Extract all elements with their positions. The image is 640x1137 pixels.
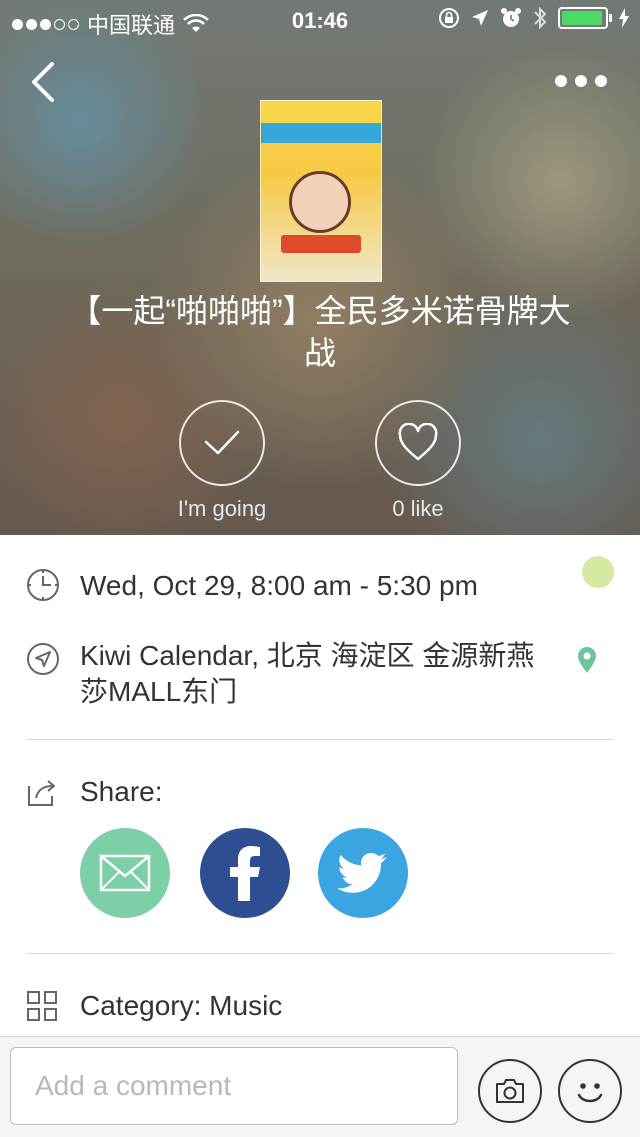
status-indicator-dot — [582, 556, 614, 588]
checkmark-icon — [179, 400, 265, 486]
event-title: 【一起“啪啪啪”】全民多米诺骨牌大战 — [69, 293, 571, 371]
heart-icon — [375, 400, 461, 486]
grid-icon — [27, 991, 57, 1021]
event-hero: 中国联通 01:46 【一起“啪啪啪”】全民多米诺骨牌大战 I'm going … — [0, 0, 640, 535]
status-bar: 中国联通 01:46 — [0, 0, 640, 40]
map-pin-icon[interactable] — [576, 646, 598, 674]
camera-icon — [496, 1079, 524, 1103]
divider — [26, 953, 614, 954]
like-button[interactable]: 0 like — [348, 400, 488, 522]
share-label: Share: — [80, 776, 163, 807]
bluetooth-icon — [534, 6, 547, 30]
share-twitter-button[interactable] — [318, 828, 408, 918]
battery-icon — [558, 7, 612, 29]
event-poster-image — [260, 100, 382, 282]
more-dot-icon — [575, 75, 587, 87]
comment-input[interactable] — [10, 1047, 458, 1125]
like-count-label: 0 like — [392, 496, 444, 521]
rotation-lock-icon — [439, 8, 459, 28]
back-button[interactable] — [26, 60, 66, 104]
share-facebook-button[interactable] — [200, 828, 290, 918]
camera-button[interactable] — [478, 1059, 542, 1123]
im-going-label: I'm going — [177, 496, 267, 521]
more-options-button[interactable] — [555, 70, 615, 92]
im-going-button[interactable]: I'm going — [152, 400, 292, 522]
charging-icon — [619, 8, 629, 28]
facebook-icon — [230, 846, 260, 901]
clock-icon — [27, 569, 59, 601]
divider — [26, 739, 614, 740]
location-arrow-icon — [472, 10, 488, 26]
event-category: Category: Music — [80, 990, 283, 1021]
event-datetime: Wed, Oct 29, 8:00 am - 5:30 pm — [80, 570, 478, 601]
alarm-icon — [501, 8, 521, 27]
share-icon — [28, 780, 55, 806]
comment-bar — [0, 1036, 640, 1137]
location-arrow-icon — [27, 643, 59, 675]
event-location: Kiwi Calendar, 北京 海淀区 金源新燕莎MALL东门 — [80, 640, 535, 707]
emoji-button[interactable] — [558, 1059, 622, 1123]
envelope-icon — [99, 854, 151, 892]
status-right — [438, 6, 630, 30]
twitter-icon — [337, 853, 387, 893]
share-email-button[interactable] — [80, 828, 170, 918]
smiley-icon — [577, 1083, 603, 1103]
more-dot-icon — [595, 75, 607, 87]
more-dot-icon — [555, 75, 567, 87]
